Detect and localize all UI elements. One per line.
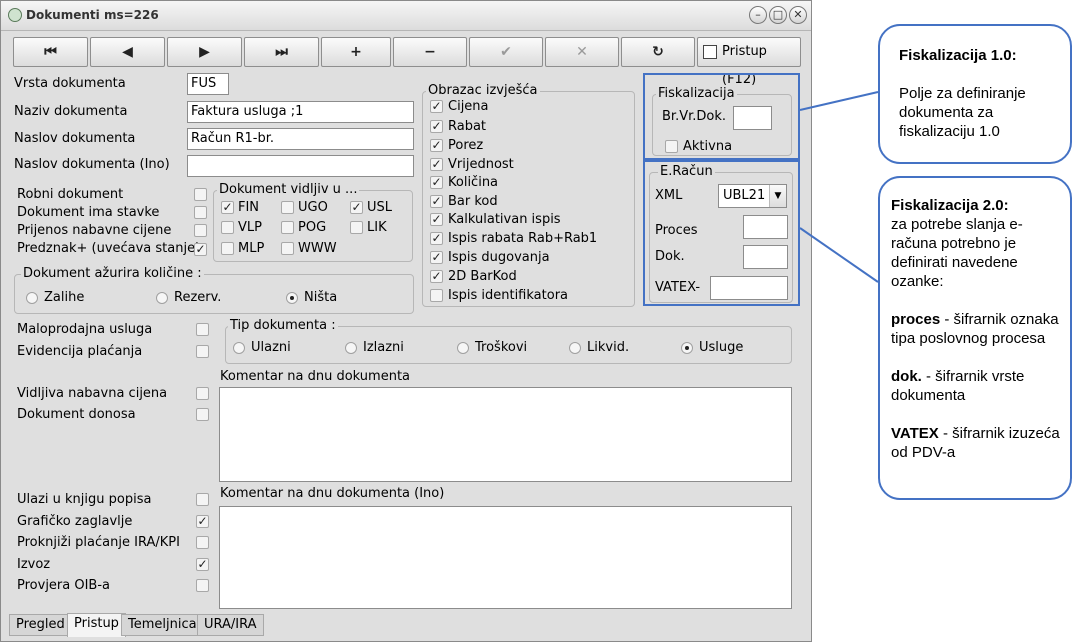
callout2-dok: dok. - šifrarnik vrste dokumenta	[891, 367, 1060, 405]
callout2-title: Fiskalizacija 2.0:	[891, 197, 1009, 214]
callout2-proces-key: proces	[891, 311, 941, 328]
callout2-proces: proces - šifrarnik oznaka tipa poslovnog…	[891, 310, 1060, 348]
callout-fiskalizacija-2: Fiskalizacija 2.0: za potrebe slanja e-r…	[878, 176, 1072, 500]
callout2-vatex-key: VATEX	[891, 425, 939, 442]
callout2-vatex: VATEX - šifrarnik izuzeća od PDV-a	[891, 424, 1060, 462]
callout2-dok-key: dok.	[891, 368, 922, 385]
callout1-title: Fiskalizacija 1.0:	[899, 47, 1017, 64]
callout1-body: Polje za definiranje dokumenta za fiskal…	[899, 85, 1026, 140]
connector-line-2	[799, 227, 879, 283]
connector-line-1	[799, 91, 879, 111]
callout-fiskalizacija-1: Fiskalizacija 1.0: Polje za definiranje …	[878, 24, 1072, 164]
callout2-intro: za potrebe slanja e-računa potrebno je d…	[891, 216, 1023, 290]
